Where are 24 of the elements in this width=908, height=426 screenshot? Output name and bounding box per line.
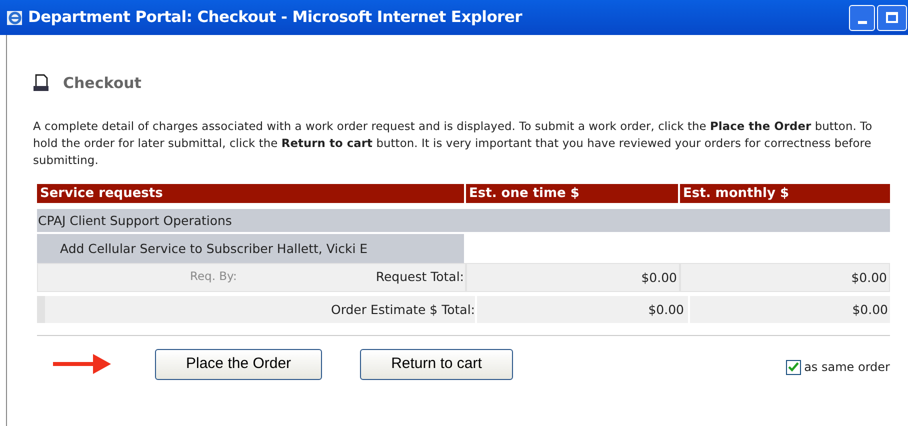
table-cell: Order Estimate $ Total: (37, 296, 475, 322)
table-cell: $0.00 (467, 264, 679, 290)
place-order-button[interactable]: Place the Order (155, 348, 322, 380)
table-cell: $0.00 (477, 296, 688, 322)
table-cell-text: Request Total: (376, 268, 464, 286)
window-title: Department Portal: Checkout - Microsoft Internet Explorer (28, 6, 522, 28)
arrow-icon (51, 352, 113, 376)
maximize-button[interactable] (877, 4, 907, 30)
checkbox[interactable] (786, 360, 802, 374)
table-cell: $0.00 (681, 264, 889, 290)
column-header: Est. one time $ (466, 184, 678, 202)
checkbox-label: as same order (804, 359, 890, 376)
table-cell: $0.00 (690, 296, 890, 322)
page-heading: Checkout (63, 73, 142, 94)
description-text: A complete detail of charges associated with a work order request and is displayed. To submit a work order, click the Place the Order button. To hold the order for later submittal, click the Return to cart button. It is very important that you have reviewed your orders for correctness before submitting. (33, 118, 874, 168)
table-cell-text: Req. By: (190, 268, 237, 286)
printer-icon (32, 74, 50, 92)
table-cell: Add Cellular Service to Subscriber Hallett, Vicki E (37, 234, 464, 262)
column-header: Service requests (37, 184, 464, 202)
minimize-button[interactable] (849, 4, 875, 30)
group-label: CPAJ Client Support Operations (38, 212, 233, 230)
return-to-cart-button[interactable]: Return to cart (360, 348, 513, 380)
column-header: Est. monthly $ (680, 184, 890, 202)
browser-icon (6, 8, 24, 26)
